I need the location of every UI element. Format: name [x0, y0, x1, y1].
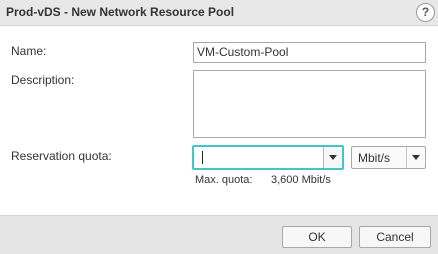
chevron-down-icon	[329, 155, 337, 160]
dialog-title: Prod-vDS - New Network Resource Pool	[6, 5, 235, 19]
reservation-quota-combobox[interactable]	[192, 145, 344, 170]
unit-selected-value: Mbit/s	[358, 151, 391, 165]
description-label: Description:	[11, 73, 75, 87]
reservation-quota-input[interactable]	[194, 147, 321, 168]
help-icon[interactable]: ?	[416, 3, 435, 22]
name-input[interactable]: VM-Custom-Pool	[193, 42, 426, 63]
unit-dropdown-button[interactable]	[406, 147, 425, 168]
ok-button[interactable]: OK	[282, 226, 352, 248]
text-cursor	[202, 151, 203, 164]
cancel-button[interactable]: Cancel	[359, 226, 431, 248]
description-textarea[interactable]	[193, 70, 426, 138]
max-quota-value: 3,600 Mbit/s	[271, 174, 331, 186]
max-quota-label: Max. quota:	[195, 174, 253, 186]
name-label: Name:	[11, 44, 47, 58]
unit-select[interactable]: Mbit/s	[351, 146, 426, 169]
reservation-quota-dropdown-button[interactable]	[323, 147, 342, 168]
reservation-quota-label: Reservation quota:	[11, 149, 112, 163]
chevron-down-icon	[412, 155, 420, 160]
dialog-titlebar: Prod-vDS - New Network Resource Pool ?	[0, 0, 438, 26]
